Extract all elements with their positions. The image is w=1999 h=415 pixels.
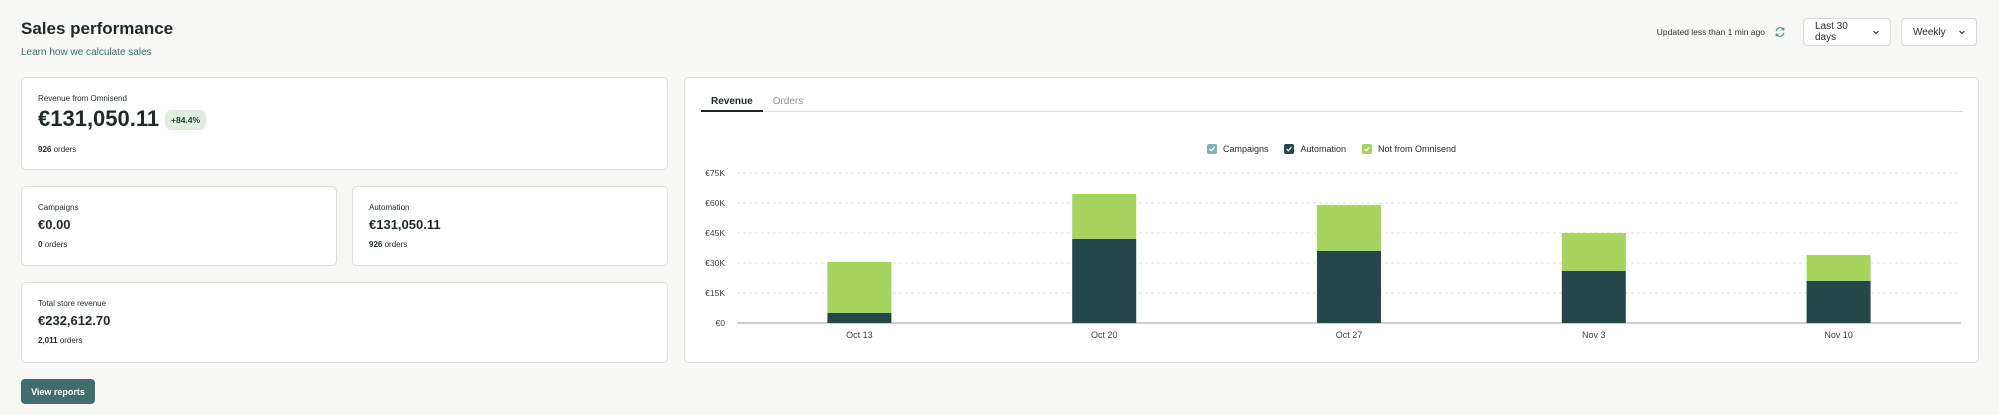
bar-segment[interactable] <box>1072 194 1137 239</box>
campaigns-orders-label: orders <box>44 240 68 249</box>
bar-segment[interactable] <box>1317 205 1381 251</box>
bar-segment[interactable] <box>1561 271 1626 323</box>
growth-badge: +84.4% <box>165 110 207 130</box>
bar-segment[interactable] <box>827 313 892 323</box>
campaigns-label: Campaigns <box>38 203 79 212</box>
revenue-orders: 926 orders <box>38 145 76 154</box>
automation-orders: 926 orders <box>369 240 407 249</box>
period-select-value: Last 30 days <box>1815 21 1848 43</box>
revenue-value: €131,050.11 <box>38 106 160 131</box>
x-tick-label: Oct 20 <box>1091 330 1118 340</box>
total-revenue-orders: 2,011 orders <box>38 336 83 345</box>
y-tick-label: €30K <box>705 258 725 268</box>
bar-segment[interactable] <box>1317 251 1381 323</box>
campaigns-orders: 0 orders <box>38 240 67 249</box>
bar-segment[interactable] <box>1561 233 1626 271</box>
learn-calculate-link[interactable]: Learn how we calculate sales <box>21 47 152 58</box>
revenue-chart: €0 €15K €30K €45K €60K €75K Oct 13 Oct 20 Oct 27… <box>705 168 1961 340</box>
total-orders-count: 2,011 <box>38 336 58 345</box>
updated-status: Updated less than 1 min ago <box>1656 27 1765 37</box>
bar-segment[interactable] <box>1072 239 1137 323</box>
automation-card: Automation €131,050.11 926 orders <box>352 186 668 266</box>
campaigns-value: €0.00 <box>38 217 71 232</box>
y-tick-label: €75K <box>705 168 725 178</box>
total-revenue-card: Total store revenue €232,612.70 2,011 or… <box>21 282 668 363</box>
revenue-orders-count: 926 <box>38 145 52 154</box>
total-orders-label: orders <box>59 336 83 345</box>
y-tick-label: €60K <box>705 198 725 208</box>
toolbar: Updated less than 1 min ago Last 30 days… <box>1657 18 1977 46</box>
page-title: Sales performance <box>21 19 174 38</box>
total-revenue-value: €232,612.70 <box>38 313 111 328</box>
y-tick-label: €15K <box>705 288 725 298</box>
campaigns-card: Campaigns €0.00 0 orders <box>21 186 337 266</box>
bar-segment[interactable] <box>827 262 892 313</box>
automation-label: Automation <box>369 203 410 212</box>
revenue-orders-label: orders <box>53 145 77 154</box>
granularity-select-value: Weekly <box>1913 26 1946 38</box>
refresh-icon[interactable] <box>1773 25 1787 39</box>
granularity-select[interactable]: Weekly <box>1901 18 1977 46</box>
chevron-down-icon <box>1872 28 1880 36</box>
view-reports-button[interactable]: View reports <box>21 379 95 404</box>
automation-orders-label: orders <box>384 240 408 249</box>
automation-orders-count: 926 <box>369 240 383 249</box>
revenue-card: Revenue from Omnisend €131,050.11 +84.4%… <box>21 77 668 170</box>
x-tick-label: Oct 13 <box>846 330 873 340</box>
x-tick-label: Oct 27 <box>1336 330 1363 340</box>
period-select[interactable]: Last 30 days <box>1803 18 1891 46</box>
x-tick-label: Nov 10 <box>1824 330 1853 340</box>
bar-segment[interactable] <box>1806 281 1871 323</box>
bar-segment[interactable] <box>1806 255 1871 281</box>
x-tick-label: Nov 3 <box>1582 330 1606 340</box>
chevron-down-icon <box>1958 28 1966 36</box>
chart-card: Revenue Orders Campaigns Automation Not … <box>684 77 1979 363</box>
total-revenue-label: Total store revenue <box>38 299 107 308</box>
y-tick-label: €0 <box>716 318 726 328</box>
campaigns-orders-count: 0 <box>38 240 43 249</box>
revenue-label: Revenue from Omnisend <box>38 94 127 103</box>
automation-value: €131,050.11 <box>369 217 441 232</box>
y-tick-label: €45K <box>705 228 725 238</box>
